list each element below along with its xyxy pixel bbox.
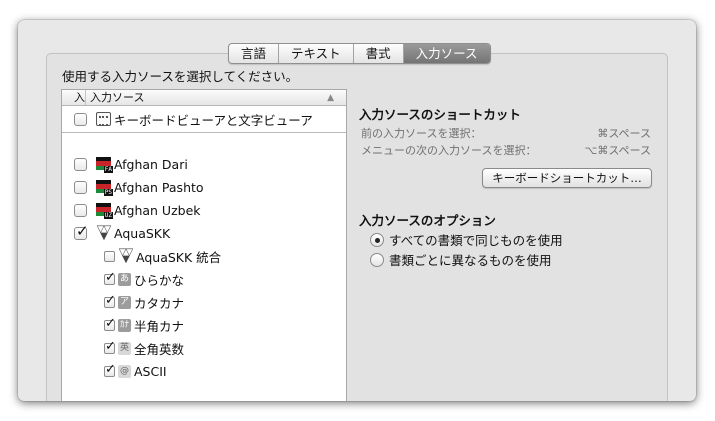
list-item[interactable]: ✓ ｶﾅ 半角カナ (104, 314, 184, 336)
radio-button-selected[interactable] (370, 232, 384, 247)
list-item[interactable]: UZ Afghan Uzbek (74, 199, 201, 221)
list-item-label: Afghan Uzbek (114, 202, 201, 218)
list-item[interactable]: キーボードビューアと文字ビューア (74, 108, 313, 130)
header-name-label: 入力ソース (90, 91, 145, 104)
tab-input-sources[interactable]: 入力ソース (403, 44, 490, 63)
checkmark-icon: ✓ (76, 221, 89, 240)
katakana-mode-icon: ア (118, 295, 131, 309)
list-item-label: ASCII (134, 363, 167, 379)
list-item-label: キーボードビューアと文字ビューア (114, 112, 313, 128)
list-item[interactable]: ▽▽ ▼ AquaSKK 統合 (104, 245, 221, 267)
list-item-checkbox[interactable]: ✓ (104, 339, 116, 354)
list-item-checkbox[interactable] (74, 112, 87, 126)
list-item[interactable]: PS Afghan Pashto (74, 176, 204, 198)
fullwidth-alnum-mode-icon: 英 (118, 341, 131, 355)
list-item-checkbox[interactable]: ✓ (74, 223, 89, 240)
aquaskk-icon: ▽▽ ▼ (118, 246, 133, 265)
list-item-checkbox[interactable]: ✓ (104, 316, 116, 331)
list-item[interactable]: ✓ @ ASCII (104, 360, 167, 382)
next-source-shortcut: メニューの次の入力ソースを選択： ⌥⌘スペース (361, 142, 651, 158)
afghanistan-flag-icon: PS (96, 179, 113, 196)
list-item-label: AquaSKK (114, 225, 171, 241)
list-item-checkbox[interactable] (104, 250, 115, 262)
radio-per-document[interactable]: 書類ごとに異なるものを使用 (370, 250, 552, 269)
list-item-label: ひらかな (134, 272, 185, 288)
list-item-label: 全角英数 (134, 341, 185, 357)
list-item-checkbox[interactable]: ✓ (104, 270, 116, 285)
keyboard-viewer-icon (96, 112, 111, 126)
checkmark-icon: ✓ (105, 315, 116, 331)
list-item-label: 半角カナ (134, 318, 185, 334)
list-item-label: Afghan Dari (114, 156, 188, 172)
next-source-label: メニューの次の入力ソースを選択： (361, 144, 537, 157)
tab-language[interactable]: 言語 (229, 44, 280, 63)
list-separator (62, 132, 346, 133)
afghanistan-flag-icon: FA (96, 156, 113, 173)
afghanistan-flag-icon: UZ (96, 202, 113, 219)
tab-formats[interactable]: 書式 (354, 44, 404, 63)
radio-same-for-all-documents[interactable]: すべての書類で同じものを使用 (370, 230, 563, 249)
hiragana-mode-icon: あ (118, 272, 131, 286)
list-item[interactable]: ✓ あ ひらかな (104, 268, 184, 290)
list-item-label: カタカナ (134, 295, 185, 311)
checkmark-icon: ✓ (105, 338, 116, 354)
list-item-checkbox[interactable] (74, 157, 87, 171)
prev-source-shortcut: 前の入力ソースを選択： ⌘スペース (361, 125, 651, 141)
radio-label: 書類ごとに異なるものを使用 (389, 253, 552, 268)
list-item[interactable]: ✓ 英 全角英数 (104, 337, 184, 359)
radio-label: すべての書類で同じものを使用 (389, 233, 563, 248)
list-item-checkbox[interactable]: ✓ (104, 293, 116, 308)
aquaskk-icon: ▽▽ ▼ (96, 223, 111, 242)
radio-button[interactable] (370, 252, 384, 267)
list-item[interactable]: ✓ ア カタカナ (104, 291, 184, 313)
ascii-mode-icon: @ (118, 364, 131, 378)
list-item-label: AquaSKK 統合 (136, 249, 222, 265)
input-source-list[interactable]: 入 入力ソース ▲ キーボードビューアと文字ビューア FA Afghan Dar… (61, 89, 347, 401)
options-section-title: 入力ソースのオプション (359, 213, 496, 228)
tab-text[interactable]: テキスト (279, 44, 354, 63)
keyboard-shortcuts-button[interactable]: キーボードショートカット… (482, 168, 652, 188)
tab-bar: 言語 テキスト 書式 入力ソース (228, 43, 491, 64)
list-header: 入 入力ソース ▲ (62, 90, 346, 106)
list-item-label: Afghan Pashto (114, 179, 204, 195)
checkmark-icon: ✓ (105, 361, 116, 377)
shortcuts-section-title: 入力ソースのショートカット (359, 107, 521, 122)
list-item[interactable]: FA Afghan Dari (74, 153, 188, 175)
list-item[interactable]: ✓ ▽▽ ▼ AquaSKK (74, 222, 170, 244)
halfwidth-kana-mode-icon: ｶﾅ (118, 318, 131, 332)
sort-ascending-icon: ▲ (327, 93, 334, 103)
list-item-checkbox[interactable] (74, 180, 87, 194)
checkmark-icon: ✓ (105, 292, 116, 308)
next-source-key[interactable]: ⌥⌘スペース (585, 142, 651, 158)
prev-source-label: 前の入力ソースを選択： (361, 127, 482, 140)
list-item-checkbox[interactable] (74, 203, 87, 217)
list-item-checkbox[interactable]: ✓ (104, 362, 116, 377)
preferences-window: 言語 テキスト 書式 入力ソース 使用する入力ソースを選択してください。 入 入… (18, 20, 696, 401)
checkmark-icon: ✓ (105, 269, 116, 285)
instruction-text: 使用する入力ソースを選択してください。 (62, 69, 299, 84)
header-name-column[interactable]: 入力ソース ▲ (86, 90, 346, 105)
prev-source-key[interactable]: ⌘スペース (597, 125, 651, 141)
header-enabled-column[interactable]: 入 (62, 90, 86, 105)
